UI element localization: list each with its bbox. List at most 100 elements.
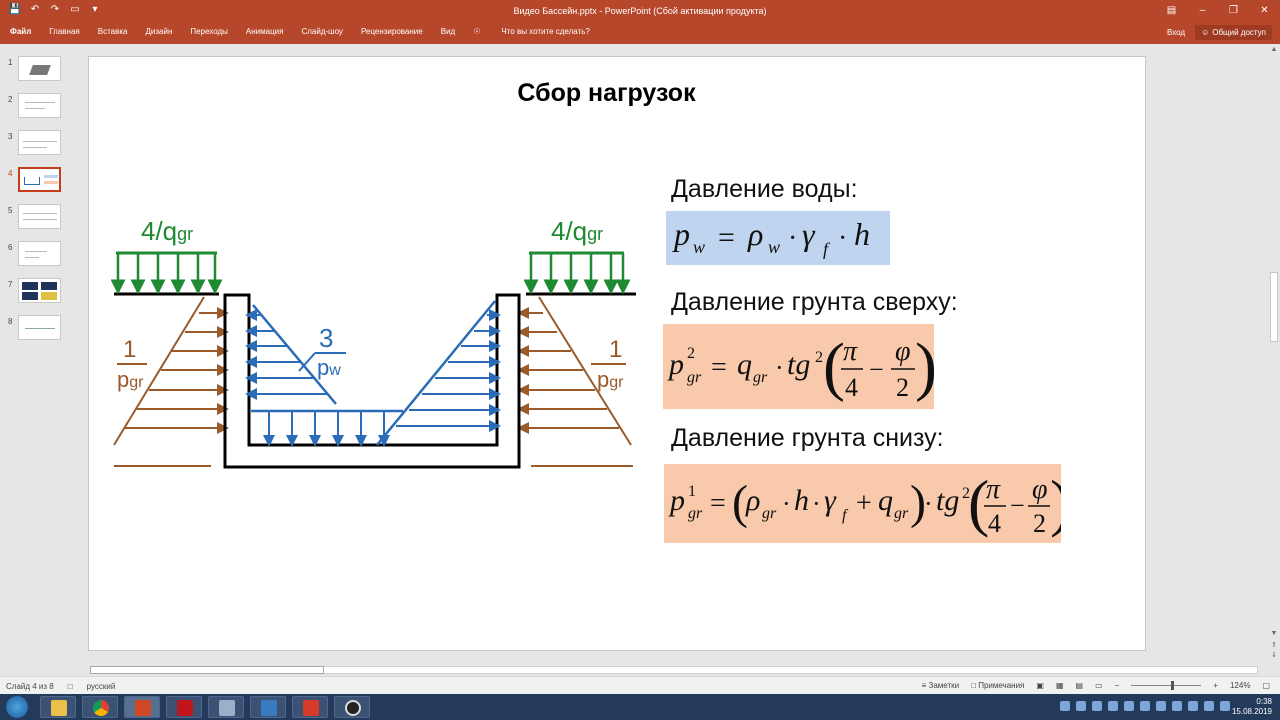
thumbnail-slide-8[interactable]: 8 (6, 315, 66, 343)
thumbnail-number: 6 (8, 243, 13, 252)
tab-home[interactable]: Главная (49, 27, 89, 36)
svg-text:tg: tg (936, 484, 959, 517)
zoom-slider[interactable] (1131, 681, 1202, 690)
horizontal-scrollbar[interactable] (80, 664, 1268, 676)
svg-text:=: = (718, 221, 735, 254)
vertical-scrollbar[interactable]: ▲ ▼ ⇑ ⇓ (1268, 44, 1280, 664)
sign-in-link[interactable]: Вход (1167, 28, 1185, 37)
svg-text:π: π (986, 474, 1001, 505)
volume-icon[interactable] (1220, 701, 1230, 711)
thumbnail-image (18, 278, 61, 303)
thumbnail-slide-3[interactable]: 3 (6, 130, 66, 158)
zoom-in-icon[interactable]: + (1213, 681, 1218, 690)
tray-icon[interactable] (1140, 701, 1150, 711)
thumbnail-image (18, 56, 61, 81)
language-indicator[interactable]: русский (87, 682, 116, 691)
thumbnail-slide-4[interactable]: 4 (6, 167, 66, 195)
taskbar-acrobat[interactable] (166, 696, 202, 718)
taskbar-sketchup[interactable] (292, 696, 328, 718)
thumbnail-number: 4 (8, 169, 13, 178)
spellcheck-icon[interactable]: □ (68, 682, 73, 691)
comments-button[interactable]: □ Примечания (971, 681, 1024, 690)
taskbar-chrome[interactable] (82, 696, 118, 718)
tray-icon[interactable] (1092, 701, 1102, 711)
clock[interactable]: 0:38 15.08.2019 (1232, 697, 1272, 717)
vertical-scroll-thumb[interactable] (1270, 272, 1278, 342)
zoom-out-icon[interactable]: − (1115, 681, 1120, 690)
start-button-icon[interactable] (6, 696, 28, 718)
ribbon-display-icon[interactable]: ▤ (1156, 0, 1187, 22)
share-button[interactable]: ☺ Общий доступ (1195, 25, 1272, 40)
thumbnail-image (18, 241, 61, 266)
zoom-level[interactable]: 124% (1230, 681, 1250, 690)
slide-sorter-icon[interactable]: ▦ (1056, 681, 1064, 690)
svg-text:φ: φ (895, 336, 911, 367)
soil-bottom-pressure-formula[interactable]: p 1 gr = ( ρ gr · h · γf + q gr ) · tg 2 ( π (664, 464, 1061, 543)
tray-icon[interactable] (1124, 701, 1134, 711)
svg-text:f: f (823, 239, 831, 259)
ribbon: Файл Главная Вставка Дизайн Переходы Ани… (0, 22, 1280, 44)
svg-text:+: + (856, 488, 872, 519)
taskbar-book[interactable] (250, 696, 286, 718)
svg-text:φ: φ (1032, 474, 1048, 505)
svg-text:(: ( (823, 330, 845, 403)
svg-text:·: · (924, 489, 933, 518)
tab-design[interactable]: Дизайн (145, 27, 182, 36)
fit-slide-icon[interactable]: ▢ (1262, 681, 1270, 690)
pool-load-diagram[interactable]: 4/qgr 4/qgr 1 pgr 1 pgr 3 pw (111, 205, 636, 485)
thumbnail-slide-5[interactable]: 5 (6, 204, 66, 232)
svg-text:p: p (667, 348, 684, 381)
ribbon-tabs: Файл Главная Вставка Дизайн Переходы Ани… (10, 27, 626, 36)
normal-view-icon[interactable]: ▣ (1036, 681, 1044, 690)
tray-icon[interactable] (1076, 701, 1086, 711)
thumbnail-slide-2[interactable]: 2 (6, 93, 66, 121)
svg-text:−: − (869, 355, 884, 384)
tell-me-box[interactable]: ☉ Что вы хотите сделать? (473, 27, 618, 36)
scroll-down-icon[interactable]: ▼ (1270, 630, 1278, 638)
horizontal-scroll-thumb[interactable] (90, 666, 324, 674)
tray-icon[interactable] (1108, 701, 1118, 711)
taskbar-obs[interactable] (334, 696, 370, 718)
minimize-icon[interactable]: – (1187, 0, 1218, 22)
thumbnail-slide-6[interactable]: 6 (6, 241, 66, 269)
water-pressure-formula[interactable]: pw = ρw · γf · h (666, 211, 890, 265)
tray-icon[interactable] (1060, 701, 1070, 711)
reading-view-icon[interactable]: ▤ (1076, 681, 1084, 690)
svg-text:γ: γ (802, 216, 816, 252)
thumbnail-slide-1[interactable]: 1 (6, 56, 66, 84)
previous-slide-icon[interactable]: ⇑ (1270, 642, 1278, 650)
restore-icon[interactable]: ❐ (1218, 0, 1249, 22)
svg-text:π: π (843, 336, 858, 367)
taskbar-tool[interactable] (208, 696, 244, 718)
thumbnail-image (18, 130, 61, 155)
scroll-up-icon[interactable]: ▲ (1270, 46, 1278, 54)
taskbar-powerpoint[interactable] (124, 696, 160, 718)
tab-view[interactable]: Вид (441, 27, 465, 36)
tab-insert[interactable]: Вставка (98, 27, 138, 36)
taskbar-explorer[interactable] (40, 696, 76, 718)
thumbnail-number: 3 (8, 132, 13, 141)
thumbnail-image (18, 315, 61, 340)
tab-slideshow[interactable]: Слайд-шоу (301, 27, 352, 36)
tab-review[interactable]: Рецензирование (361, 27, 433, 36)
thumbnail-slide-7[interactable]: 7 (6, 278, 66, 306)
sketchup-icon (303, 700, 319, 716)
slideshow-view-icon[interactable]: ▭ (1095, 681, 1103, 690)
left-surcharge-label: 4/qgr (141, 216, 193, 246)
tab-transitions[interactable]: Переходы (190, 27, 238, 36)
left-soil-num-1: 1 (123, 336, 136, 363)
slide-counter: Слайд 4 из 8 (6, 682, 54, 691)
slide-canvas[interactable]: Сбор нагрузок 4/qgr 4/qgr 1 pgr 1 pgr 3 … (88, 56, 1146, 651)
tray-icon[interactable] (1172, 701, 1182, 711)
tab-animations[interactable]: Анимация (246, 27, 294, 36)
slide-title[interactable]: Сбор нагрузок (89, 79, 1124, 108)
next-slide-icon[interactable]: ⇓ (1270, 652, 1278, 660)
notes-button[interactable]: ≡ Заметки (922, 681, 960, 690)
tray-icon[interactable] (1156, 701, 1166, 711)
svg-text:tg: tg (787, 348, 810, 381)
tab-file[interactable]: Файл (10, 27, 41, 36)
soil-top-pressure-formula[interactable]: p2gr = qgr · tg2 ( π 4 − φ 2 ) (663, 324, 934, 409)
network-icon[interactable] (1204, 701, 1214, 711)
tray-icon[interactable] (1188, 701, 1198, 711)
close-icon[interactable]: ✕ (1249, 0, 1280, 22)
